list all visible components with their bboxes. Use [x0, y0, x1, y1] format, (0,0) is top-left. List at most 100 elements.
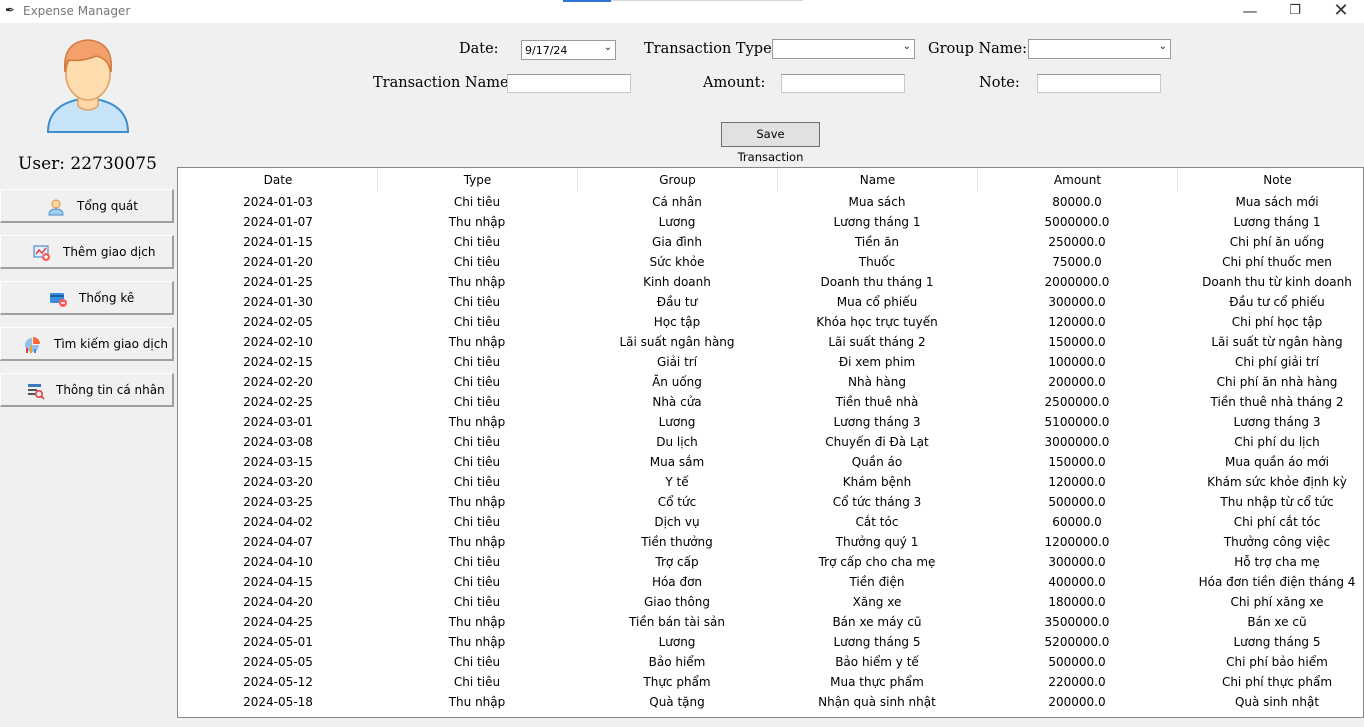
table-header: Date Type Group Name Amount Note — [178, 168, 1363, 192]
cell-note: Chi phí ăn nhà hàng — [1216, 375, 1338, 389]
table-row[interactable]: 2024-02-10 Thu nhập Lãi suất ngân hàng Lãi … — [178, 332, 1363, 352]
cell-type: Thu nhập — [448, 695, 506, 709]
transactions-table[interactable]: Date Type Group Name Amount Note 2024-01… — [177, 167, 1364, 718]
table-row[interactable]: 2024-05-12 Chi tiêu Thực phẩm Mua thực phẩm… — [178, 672, 1363, 692]
cell-type: Chi tiêu — [453, 195, 501, 209]
column-header-amount[interactable]: Amount — [977, 168, 1177, 192]
table-row[interactable]: 2024-01-20 Chi tiêu Sức khỏe Thuốc 75000.0 Ch… — [178, 252, 1363, 272]
table-row[interactable]: 2024-03-20 Chi tiêu Y tế Khám bệnh 120000.0 K… — [178, 472, 1363, 492]
save-transaction-button[interactable]: Save Transaction — [721, 122, 820, 164]
cell-date: 2024-01-07 — [243, 215, 313, 229]
table-row[interactable]: 2024-04-10 Chi tiêu Trợ cấp Trợ cấp cho cha… — [178, 552, 1363, 572]
cell-amount: 3000000.0 — [1044, 435, 1110, 449]
maximize-button[interactable]: ❐ — [1272, 0, 1318, 23]
cell-note: Chi phí giải trí — [1235, 355, 1319, 369]
table-row[interactable]: 2024-04-25 Thu nhập Tiền bán tài sản Bán xe… — [178, 612, 1363, 632]
table-row[interactable]: 2024-01-30 Chi tiêu Đầu tư Mua cổ phiếu 3000… — [178, 292, 1363, 312]
minimize-button[interactable]: — — [1227, 0, 1273, 23]
group-name-label: Group Name: — [928, 41, 1028, 57]
table-row[interactable]: 2024-05-05 Chi tiêu Bảo hiểm Bảo hiểm y tế 5… — [178, 652, 1363, 672]
cell-name: Tiền điện — [849, 575, 905, 589]
cell-name: Nhận quà sinh nhật — [818, 695, 936, 709]
table-row[interactable]: 2024-03-08 Chi tiêu Du lịch Chuyến đi Đà Lạ… — [178, 432, 1363, 452]
cell-group: Giao thông — [643, 595, 711, 609]
transaction-type-label: Transaction Type: — [644, 41, 777, 57]
column-header-note[interactable]: Note — [1177, 168, 1363, 192]
table-row[interactable]: 2024-03-15 Chi tiêu Mua sắm Quần áo 150000.0… — [178, 452, 1363, 472]
cell-date: 2024-01-30 — [243, 295, 313, 309]
cell-date: 2024-04-15 — [243, 575, 313, 589]
chart-search-icon — [25, 337, 40, 353]
table-row[interactable]: 2024-02-15 Chi tiêu Giải trí Đi xem phim 100… — [178, 352, 1363, 372]
chevron-down-icon[interactable]: ⌄ — [903, 41, 911, 52]
cell-name: Mua cổ phiếu — [836, 295, 918, 309]
cell-date: 2024-02-25 — [243, 395, 313, 409]
cell-type: Chi tiêu — [453, 395, 501, 409]
cell-amount: 150000.0 — [1048, 335, 1106, 349]
nav-add-transaction-button[interactable]: Thêm giao dịch — [0, 235, 174, 269]
column-header-group[interactable]: Group — [577, 168, 777, 192]
chevron-down-icon[interactable]: ⌄ — [604, 42, 612, 53]
table-row[interactable]: 2024-04-02 Chi tiêu Dịch vụ Cắt tóc 60000.0 C… — [178, 512, 1363, 532]
cell-type: Chi tiêu — [453, 555, 501, 569]
cell-type: Thu nhập — [448, 275, 506, 289]
table-row[interactable]: 2024-02-20 Chi tiêu Ăn uống Nhà hàng 200000.… — [178, 372, 1363, 392]
cell-note: Chi phí bảo hiểm — [1226, 655, 1328, 669]
amount-input[interactable] — [781, 74, 905, 93]
cell-group: Quà tặng — [649, 695, 705, 709]
column-header-type[interactable]: Type — [377, 168, 577, 192]
cell-group: Lương — [658, 215, 696, 229]
cell-amount: 500000.0 — [1048, 655, 1106, 669]
cell-date: 2024-04-20 — [243, 595, 313, 609]
cell-date: 2024-01-25 — [243, 275, 313, 289]
table-row[interactable]: 2024-03-25 Thu nhập Cổ tức Cổ tức tháng 3 50… — [178, 492, 1363, 512]
cell-note: Chi phí cắt tóc — [1233, 515, 1321, 529]
cell-name: Khám bệnh — [842, 475, 912, 489]
cell-type: Chi tiêu — [453, 315, 501, 329]
date-picker[interactable]: 9/17/24 ⌄ — [521, 40, 616, 60]
nav-statistics-button[interactable]: Thống kê — [0, 281, 174, 315]
close-button[interactable]: ✕ — [1318, 0, 1364, 23]
table-row[interactable]: 2024-05-18 Thu nhập Quà tặng Nhận quà sinh … — [178, 692, 1363, 712]
cell-note: Hỗ trợ cha mẹ — [1234, 555, 1320, 569]
cell-type: Thu nhập — [448, 615, 506, 629]
column-header-date[interactable]: Date — [178, 168, 378, 192]
table-row[interactable]: 2024-01-15 Chi tiêu Gia đình Tiền ăn 250000.… — [178, 232, 1363, 252]
cell-amount: 5100000.0 — [1044, 415, 1110, 429]
table-row[interactable]: 2024-03-01 Thu nhập Lương Lương tháng 3 5100… — [178, 412, 1363, 432]
cell-group: Kinh doanh — [643, 275, 711, 289]
cell-amount: 100000.0 — [1048, 355, 1106, 369]
table-row[interactable]: 2024-04-20 Chi tiêu Giao thông Xăng xe 18000… — [178, 592, 1363, 612]
cell-type: Chi tiêu — [453, 375, 501, 389]
note-input[interactable] — [1037, 74, 1161, 93]
cell-group: Trợ cấp — [655, 555, 699, 569]
cell-type: Chi tiêu — [453, 655, 501, 669]
cell-name: Lương tháng 5 — [833, 635, 921, 649]
chevron-down-icon[interactable]: ⌄ — [1159, 41, 1167, 52]
table-row[interactable]: 2024-02-25 Chi tiêu Nhà cửa Tiền thuê nhà 25… — [178, 392, 1363, 412]
nav-search-transaction-button[interactable]: Tìm kiếm giao dịch — [0, 327, 174, 361]
table-row[interactable]: 2024-04-15 Chi tiêu Hóa đơn Tiền điện 400000… — [178, 572, 1363, 592]
transaction-name-input[interactable] — [507, 74, 631, 93]
group-name-select[interactable]: ⌄ — [1028, 39, 1171, 59]
cell-name: Bảo hiểm y tế — [835, 655, 919, 669]
nav-overview-button[interactable]: Tổng quát — [0, 189, 174, 223]
cell-name: Lãi suất tháng 2 — [828, 335, 926, 349]
cell-group: Lương — [658, 415, 696, 429]
table-row[interactable]: 2024-01-03 Chi tiêu Cá nhân Mua sách 80000.0… — [178, 192, 1363, 212]
cell-date: 2024-02-20 — [243, 375, 313, 389]
cell-type: Chi tiêu — [453, 475, 501, 489]
cell-amount: 120000.0 — [1048, 475, 1106, 489]
table-row[interactable]: 2024-01-25 Thu nhập Kinh doanh Doanh thu th… — [178, 272, 1363, 292]
cell-amount: 75000.0 — [1052, 255, 1102, 269]
transaction-type-select[interactable]: ⌄ — [772, 39, 915, 59]
table-row[interactable]: 2024-01-07 Thu nhập Lương Lương tháng 1 5000… — [178, 212, 1363, 232]
column-header-name[interactable]: Name — [777, 168, 977, 192]
table-row[interactable]: 2024-02-05 Chi tiêu Học tập Khóa học trực t… — [178, 312, 1363, 332]
cell-name: Thưởng quý 1 — [835, 535, 919, 549]
table-row[interactable]: 2024-04-07 Thu nhập Tiền thưởng Thưởng quý … — [178, 532, 1363, 552]
cell-date: 2024-04-25 — [243, 615, 313, 629]
cell-date: 2024-05-12 — [243, 675, 313, 689]
nav-profile-button[interactable]: Thông tin cá nhân — [0, 373, 174, 407]
table-row[interactable]: 2024-05-01 Thu nhập Lương Lương tháng 5 5200… — [178, 632, 1363, 652]
